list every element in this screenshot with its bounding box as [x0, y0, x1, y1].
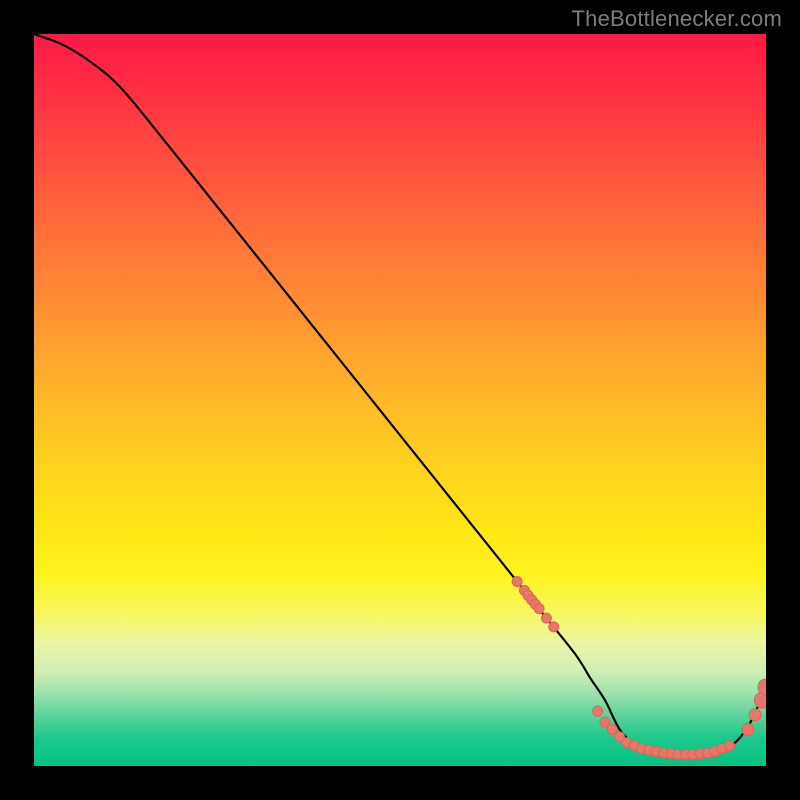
data-marker — [541, 613, 551, 623]
attribution-text: TheBottlenecker.com — [572, 6, 782, 32]
marker-group — [512, 577, 766, 760]
chart-overlay — [34, 34, 766, 766]
plot-area — [34, 34, 766, 766]
data-marker — [534, 604, 544, 614]
data-marker — [593, 706, 603, 716]
data-marker — [724, 741, 734, 751]
curve-line — [34, 34, 766, 754]
data-marker — [749, 709, 761, 721]
data-marker — [549, 622, 559, 632]
chart-stage: TheBottlenecker.com — [0, 0, 800, 800]
data-marker — [742, 723, 754, 735]
data-marker — [512, 577, 522, 587]
